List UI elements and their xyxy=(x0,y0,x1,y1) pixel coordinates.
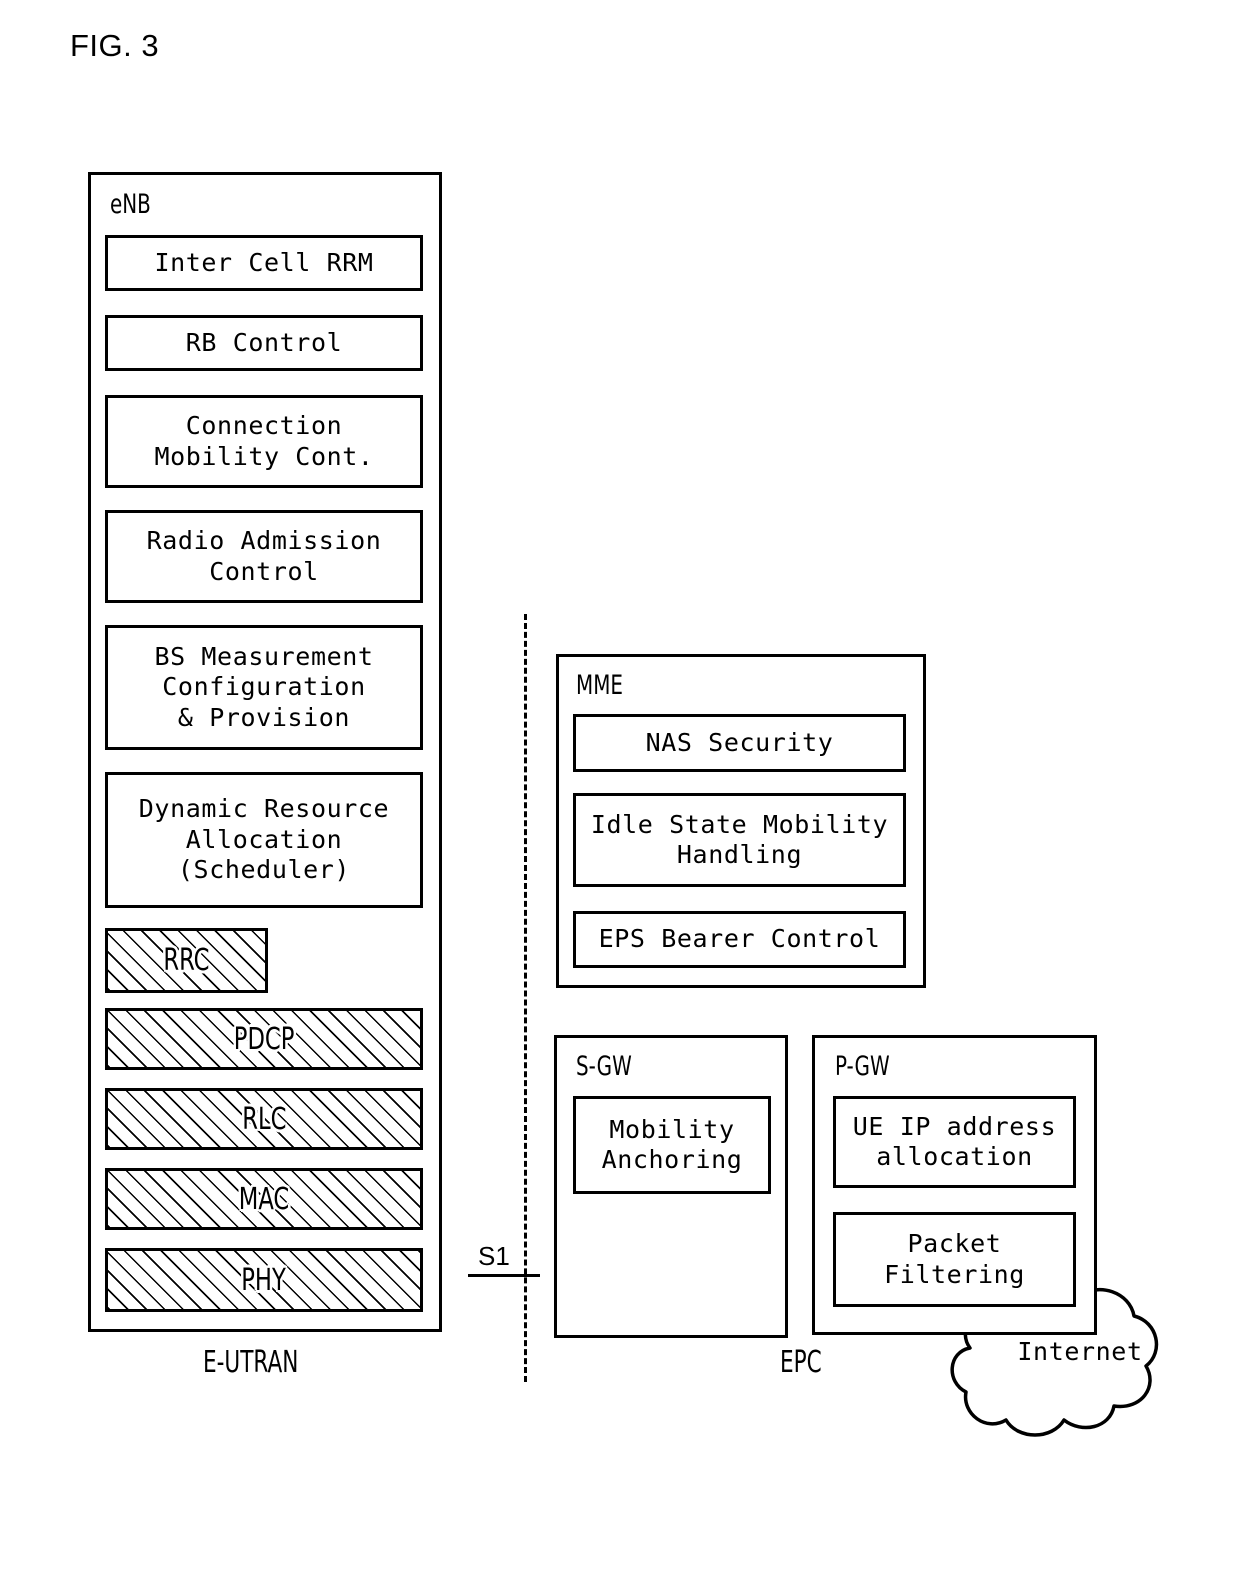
region-label-e-utran: E-UTRAN xyxy=(203,1345,299,1380)
enb-layer-label: RLC xyxy=(241,1101,287,1137)
enb-function-dynamic-resource-allocation: Dynamic Resource Allocation (Scheduler) xyxy=(105,772,423,908)
sgw-function-mobility-anchoring: Mobility Anchoring xyxy=(573,1096,771,1194)
enb-layer-mac: MAC xyxy=(105,1168,423,1230)
sgw-title: S-GW xyxy=(576,1051,632,1082)
enb-function-radio-admission-control: Radio Admission Control xyxy=(105,510,423,603)
enb-function-rb-control: RB Control xyxy=(105,315,423,371)
s1-connector-line xyxy=(468,1274,540,1277)
s1-dashed-divider xyxy=(524,614,527,1382)
mme-function-label: Idle State Mobility Handling xyxy=(590,809,889,870)
mme-function-eps-bearer-control: EPS Bearer Control xyxy=(573,911,906,968)
enb-function-label: Connection Mobility Cont. xyxy=(154,411,374,471)
pgw-function-packet-filtering: Packet Filtering xyxy=(833,1212,1076,1307)
enb-layer-label: PDCP xyxy=(233,1021,295,1057)
enb-function-label: Dynamic Resource Allocation (Scheduler) xyxy=(138,794,390,885)
enb-function-label: Radio Admission Control xyxy=(146,526,382,586)
enb-function-connection-mobility-cont: Connection Mobility Cont. xyxy=(105,395,423,488)
pgw-title: P-GW xyxy=(835,1051,890,1082)
enb-layer-label: RRC xyxy=(163,943,210,978)
region-label-epc: EPC xyxy=(780,1345,822,1380)
enb-function-label: Inter Cell RRM xyxy=(154,247,374,277)
s1-interface-label: S1 xyxy=(478,1241,510,1271)
enb-layer-pdcp: PDCP xyxy=(105,1008,423,1070)
mme-function-label: EPS Bearer Control xyxy=(598,924,881,954)
enb-layer-label: MAC xyxy=(238,1181,290,1217)
enb-function-label: RB Control xyxy=(185,327,343,357)
figure-canvas: FIG. 3 eNB Inter Cell RRM RB Control Con… xyxy=(0,0,1240,1577)
mme-function-nas-security: NAS Security xyxy=(573,714,906,772)
enb-layer-label: PHY xyxy=(241,1262,287,1298)
mme-function-label: NAS Security xyxy=(645,727,834,757)
pgw-function-ue-ip-address-allocation: UE IP address allocation xyxy=(833,1096,1076,1188)
mme-title: MME xyxy=(576,670,623,701)
enb-function-label: BS Measurement Configuration & Provision xyxy=(154,641,374,732)
enb-function-inter-cell-rrm: Inter Cell RRM xyxy=(105,235,423,291)
enb-layer-phy: PHY xyxy=(105,1248,423,1312)
mme-function-idle-state-mobility-handling: Idle State Mobility Handling xyxy=(573,793,906,887)
internet-label: Internet xyxy=(1017,1337,1143,1366)
sgw-function-label: Mobility Anchoring xyxy=(601,1114,743,1175)
pgw-function-label: UE IP address allocation xyxy=(852,1111,1057,1172)
enb-layer-rrc: RRC xyxy=(105,928,268,993)
figure-title: FIG. 3 xyxy=(70,28,160,63)
pgw-function-label: Packet Filtering xyxy=(884,1229,1025,1289)
enb-layer-rlc: RLC xyxy=(105,1088,423,1150)
enb-title: eNB xyxy=(110,189,151,220)
enb-function-bs-measurement: BS Measurement Configuration & Provision xyxy=(105,625,423,750)
